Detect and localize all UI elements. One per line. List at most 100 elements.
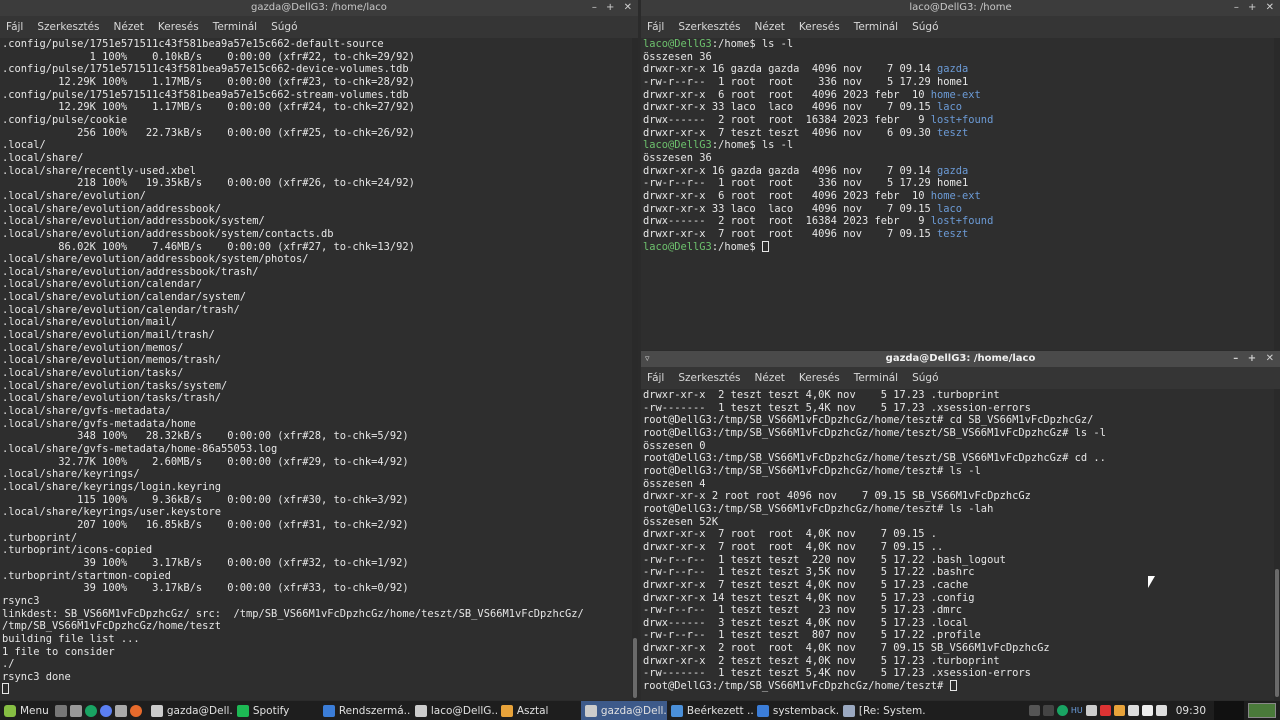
- terminal-line: drwxr-xr-x 2 root root 4,0K nov 7 09.15 …: [643, 642, 1050, 655]
- window-title: gazda@DellG3: /home/laco: [885, 353, 1036, 364]
- terminal-line: összesen 4: [643, 477, 706, 490]
- mail-notify-icon[interactable]: [1099, 705, 1111, 716]
- prompt-line: laco@DellG3:/home$: [643, 240, 1274, 254]
- terminal-icon[interactable]: [54, 704, 67, 717]
- listing-meta: drwxr-xr-x 33 laco laco 4096 nov 7 09.15: [643, 101, 938, 114]
- workspace-switcher[interactable]: [1248, 703, 1276, 718]
- menu-help[interactable]: Súgó: [910, 372, 940, 384]
- menu-edit[interactable]: Szerkesztés: [676, 21, 742, 33]
- scrollbar[interactable]: [1274, 389, 1280, 700]
- taskbar-item[interactable]: systemback...: [753, 701, 839, 720]
- window-controls[interactable]: – + ✕: [592, 0, 635, 16]
- show-desktop-button[interactable]: [1214, 701, 1244, 720]
- listing-meta: drwxr-xr-x 7 teszt teszt 4096 nov 6 09.3…: [643, 126, 938, 139]
- listing-row: drwxr-xr-x 33 laco laco 4096 nov 7 09.15…: [643, 203, 1274, 216]
- battery-icon[interactable]: [1155, 705, 1167, 716]
- terminal-line: .config/pulse/1751e571511c43f581bea9a57e…: [2, 63, 409, 76]
- network-icon[interactable]: [1127, 705, 1139, 716]
- menu-file[interactable]: Fájl: [645, 372, 666, 384]
- terminal-line: 86.02K 100% 7.46MB/s 0:00:00 (xfr#27, to…: [2, 240, 415, 253]
- window-title: laco@DellG3: /home: [909, 2, 1012, 13]
- menu-terminal[interactable]: Terminál: [852, 21, 900, 33]
- terminal-line: -rw-r--r-- 1 teszt teszt 807 nov 5 17.22…: [643, 629, 981, 642]
- messenger-icon[interactable]: [99, 704, 112, 717]
- terminal-line: linkdest: SB_VS66M1vFcDpzhcGz/ src: /tmp…: [2, 607, 584, 620]
- scrollbar[interactable]: [632, 38, 638, 700]
- menu-help[interactable]: Súgó: [910, 21, 940, 33]
- menu-file[interactable]: Fájl: [645, 21, 666, 33]
- terminal-line: root@DellG3:/tmp/SB_VS66M1vFcDpzhcGz/hom…: [643, 414, 1094, 427]
- menu-edit[interactable]: Szerkesztés: [35, 21, 101, 33]
- taskbar-item[interactable]: Asztal: [497, 701, 581, 720]
- firefox-icon[interactable]: [129, 704, 142, 717]
- window-controls[interactable]: – + ✕: [1233, 351, 1277, 367]
- terminal-output[interactable]: laco@DellG3:/home$ ls -l összesen 36 drwxr…: [641, 38, 1274, 350]
- listing-row: drwxr-xr-x 7 root root 4096 nov 7 09.15 …: [643, 228, 1274, 241]
- menu-terminal[interactable]: Terminál: [852, 372, 900, 384]
- files-icon[interactable]: [69, 704, 82, 717]
- menu-help[interactable]: Súgó: [269, 21, 299, 33]
- systemback-icon: [756, 704, 769, 717]
- taskbar-item-label: gazda@Dell...: [600, 704, 667, 717]
- terminal-line: building file list ...: [2, 632, 140, 645]
- checkbox-icon[interactable]: [1141, 705, 1153, 716]
- listing-row: drwxr-xr-x 6 root root 4096 2023 febr 10…: [643, 190, 1274, 203]
- weather-icon[interactable]: [1113, 705, 1125, 716]
- terminal-line: .local/share/evolution/addressbook/syste…: [2, 227, 334, 240]
- terminal-line: összesen 0: [643, 439, 706, 452]
- terminal-line: összesen 52K: [643, 515, 719, 528]
- bluetooth-icon[interactable]: [1028, 705, 1040, 716]
- scrollbar[interactable]: [1274, 38, 1280, 350]
- terminal-icon: [150, 704, 163, 717]
- volume-icon[interactable]: [1085, 705, 1097, 716]
- terminal-icon: [414, 704, 427, 717]
- taskbar-item[interactable]: [Re: System...: [839, 701, 925, 720]
- start-menu-label: Menu: [20, 704, 49, 717]
- listing-row: drwxr-xr-x 33 laco laco 4096 nov 7 09.15…: [643, 101, 1274, 114]
- menu-terminal[interactable]: Terminál: [211, 21, 259, 33]
- title-bar[interactable]: ▿ gazda@DellG3: /home/laco – + ✕: [641, 351, 1280, 367]
- taskbar-item[interactable]: Beérkezett ...: [667, 701, 753, 720]
- clock[interactable]: 09:30: [1170, 705, 1214, 717]
- menu-view[interactable]: Nézet: [753, 21, 787, 33]
- terminal-line: .local/share/gvfs-metadata/home-86a55053…: [2, 443, 278, 455]
- menu-view[interactable]: Nézet: [753, 372, 787, 384]
- activity-icon[interactable]: [1042, 705, 1054, 716]
- menu-search[interactable]: Keresés: [797, 372, 842, 384]
- terminal-output[interactable]: drwxr-xr-x 2 teszt teszt 4,0K nov 5 17.2…: [641, 389, 1274, 700]
- taskbar-item[interactable]: Spotify: [233, 701, 319, 720]
- terminal-window-bottom-right: ▿ gazda@DellG3: /home/laco – + ✕ Fájl Sz…: [641, 351, 1280, 700]
- terminal-line: drwxr-xr-x 2 teszt teszt 4,0K nov 5 17.2…: [643, 654, 1000, 667]
- taskbar-item[interactable]: Rendszermá...: [319, 701, 411, 720]
- terminal-output[interactable]: .config/pulse/1751e571511c43f581bea9a57e…: [0, 38, 632, 700]
- scrollbar-thumb[interactable]: [633, 638, 637, 698]
- listing-name: laco: [937, 202, 963, 215]
- start-menu-button[interactable]: Menu: [0, 701, 53, 720]
- menu-view[interactable]: Nézet: [112, 21, 146, 33]
- listing-meta: drwxr-xr-x 16 gazda gazda 4096 nov 7 09.…: [643, 164, 938, 177]
- terminal-line: drwxr-xr-x 7 root root 4,0K nov 7 09.15 …: [643, 540, 944, 553]
- scrollbar-thumb[interactable]: [1275, 569, 1279, 697]
- terminal-line: -rw-r--r-- 1 teszt teszt 220 nov 5 17.22…: [643, 553, 1006, 566]
- terminal-line: -rw-r--r-- 1 teszt teszt 23 nov 5 17.23 …: [643, 604, 963, 617]
- menu-edit[interactable]: Szerkesztés: [676, 372, 742, 384]
- terminal-line: 39 100% 3.17kB/s 0:00:00 (xfr#32, to-chk…: [2, 556, 409, 569]
- listing-name: gazda: [937, 164, 969, 177]
- window-controls[interactable]: – + ✕: [1234, 0, 1277, 16]
- terminal-line: .local/share/evolution/tasks/trash/: [2, 392, 221, 405]
- window-menu-icon[interactable]: ▿: [645, 351, 650, 367]
- taskbar-item[interactable]: laco@DellG...: [411, 701, 497, 720]
- sync-icon[interactable]: [84, 704, 97, 717]
- title-bar[interactable]: gazda@DellG3: /home/laco – + ✕: [0, 0, 638, 16]
- menu-search[interactable]: Keresés: [797, 21, 842, 33]
- taskbar-item[interactable]: gazda@Dell...: [580, 701, 667, 720]
- taskbar-item[interactable]: gazda@Dell...: [147, 701, 233, 720]
- terminal-line: 218 100% 19.35kB/s 0:00:00 (xfr#26, to-c…: [2, 177, 415, 190]
- menu-file[interactable]: Fájl: [4, 21, 25, 33]
- screenshot-icon[interactable]: [114, 704, 127, 717]
- menu-search[interactable]: Keresés: [156, 21, 201, 33]
- keyboard-layout[interactable]: HU: [1071, 706, 1083, 715]
- update-icon[interactable]: [1056, 705, 1068, 716]
- terminal-line: összesen 36: [643, 151, 712, 164]
- title-bar[interactable]: laco@DellG3: /home – + ✕: [641, 0, 1280, 16]
